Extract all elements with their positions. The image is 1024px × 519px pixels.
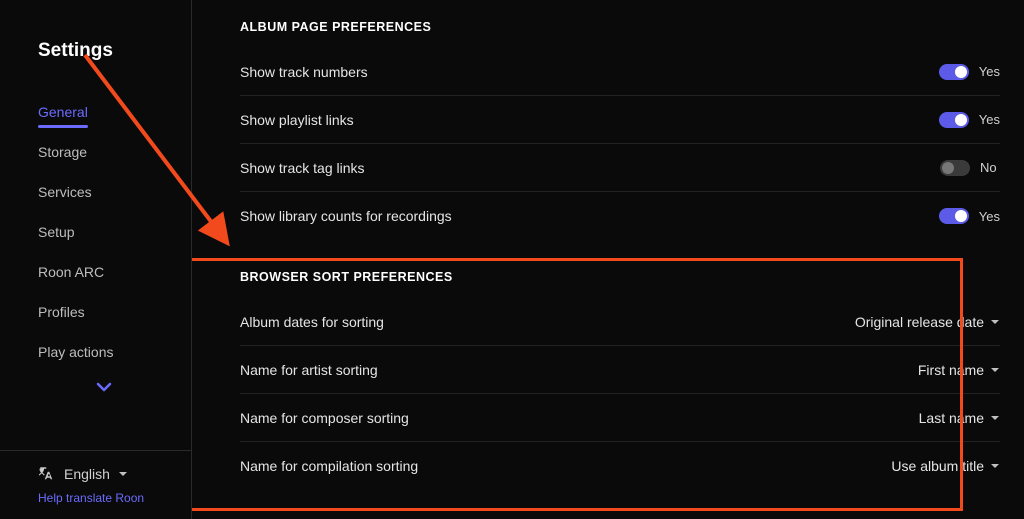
dropdown-value-text: First name xyxy=(918,362,984,378)
chevron-down-icon xyxy=(990,413,1000,423)
setting-show-library-counts: Show library counts for recordings Yes xyxy=(240,192,1000,240)
sort-preferences-section: BROWSER SORT PREFERENCES Album dates for… xyxy=(240,270,1000,490)
language-label: English xyxy=(64,466,110,482)
dropdown-value-text: Use album title xyxy=(891,458,984,474)
sidebar-more-button[interactable] xyxy=(38,372,191,408)
album-preferences-section: ALBUM PAGE PREFERENCES Show track number… xyxy=(240,20,1000,240)
dropdown-value-text: Original release date xyxy=(855,314,984,330)
chevron-down-icon xyxy=(990,317,1000,327)
toggle-value: Yes xyxy=(979,209,1000,224)
setting-artist-sorting: Name for artist sorting First name xyxy=(240,346,1000,394)
toggle-show-track-numbers[interactable] xyxy=(939,64,969,80)
sidebar-footer: English Help translate Roon xyxy=(0,450,191,519)
dropdown-value-text: Last name xyxy=(919,410,984,426)
dropdown-album-dates[interactable]: Original release date xyxy=(855,314,1000,330)
chevron-down-icon xyxy=(990,461,1000,471)
sidebar-item-general[interactable]: General xyxy=(38,92,191,132)
setting-label: Name for artist sorting xyxy=(240,362,378,378)
chevron-down-icon xyxy=(96,381,112,393)
sidebar-item-services[interactable]: Services xyxy=(38,172,191,212)
toggle-show-playlist-links[interactable] xyxy=(939,112,969,128)
settings-main: ALBUM PAGE PREFERENCES Show track number… xyxy=(192,0,1024,519)
section-heading-sort: BROWSER SORT PREFERENCES xyxy=(240,270,1000,298)
toggle-value: Yes xyxy=(979,112,1000,127)
setting-label: Name for composer sorting xyxy=(240,410,409,426)
setting-album-dates-sorting: Album dates for sorting Original release… xyxy=(240,298,1000,346)
translate-icon xyxy=(38,465,56,483)
setting-show-track-numbers: Show track numbers Yes xyxy=(240,48,1000,96)
setting-label: Show track tag links xyxy=(240,160,365,176)
page-title: Settings xyxy=(0,40,191,92)
toggle-show-library-counts[interactable] xyxy=(939,208,969,224)
dropdown-artist-sorting[interactable]: First name xyxy=(918,362,1000,378)
setting-label: Album dates for sorting xyxy=(240,314,384,330)
section-heading-album: ALBUM PAGE PREFERENCES xyxy=(240,20,1000,48)
language-selector[interactable]: English xyxy=(38,465,191,483)
setting-show-playlist-links: Show playlist links Yes xyxy=(240,96,1000,144)
setting-label: Show playlist links xyxy=(240,112,354,128)
chevron-down-icon xyxy=(118,469,128,479)
sidebar-item-profiles[interactable]: Profiles xyxy=(38,292,191,332)
dropdown-compilation-sorting[interactable]: Use album title xyxy=(891,458,1000,474)
help-translate-link[interactable]: Help translate Roon xyxy=(38,491,191,505)
sidebar-nav: General Storage Services Setup Roon ARC … xyxy=(0,92,191,450)
toggle-value: No xyxy=(980,160,1000,175)
settings-sidebar: Settings General Storage Services Setup … xyxy=(0,0,192,519)
chevron-down-icon xyxy=(990,365,1000,375)
setting-label: Show library counts for recordings xyxy=(240,208,452,224)
sidebar-item-storage[interactable]: Storage xyxy=(38,132,191,172)
toggle-value: Yes xyxy=(979,64,1000,79)
sidebar-item-roon-arc[interactable]: Roon ARC xyxy=(38,252,191,292)
setting-label: Show track numbers xyxy=(240,64,368,80)
setting-label: Name for compilation sorting xyxy=(240,458,418,474)
sidebar-item-play-actions[interactable]: Play actions xyxy=(38,332,191,372)
toggle-show-track-tag-links[interactable] xyxy=(940,160,970,176)
setting-show-track-tag-links: Show track tag links No xyxy=(240,144,1000,192)
setting-compilation-sorting: Name for compilation sorting Use album t… xyxy=(240,442,1000,490)
sidebar-item-setup[interactable]: Setup xyxy=(38,212,191,252)
setting-composer-sorting: Name for composer sorting Last name xyxy=(240,394,1000,442)
dropdown-composer-sorting[interactable]: Last name xyxy=(919,410,1000,426)
